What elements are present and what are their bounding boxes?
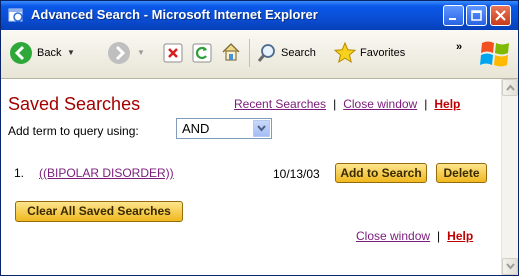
search-button[interactable]: Search — [256, 40, 328, 66]
favorites-label: Favorites — [360, 47, 406, 59]
scroll-down-arrow-icon — [506, 263, 515, 270]
back-label: Back — [37, 47, 62, 59]
page-content: Saved Searches Recent Searches | Close win… — [1, 79, 501, 275]
refresh-icon — [192, 43, 212, 63]
saved-search-number: 1. — [14, 166, 25, 180]
page-title: Saved Searches — [8, 94, 141, 114]
forward-button[interactable]: ▼ — [107, 40, 152, 66]
delete-button[interactable]: Delete — [436, 163, 487, 183]
back-arrow-icon — [10, 42, 32, 64]
forward-dropdown-icon[interactable]: ▼ — [137, 40, 145, 66]
browser-window: Advanced Search - Microsoft Internet Exp… — [0, 0, 519, 276]
internet-explorer-icon — [8, 8, 23, 22]
saved-search-date: 10/13/03 — [273, 167, 320, 181]
footer-links: Close window | Help — [356, 229, 473, 243]
operator-select-value: AND — [182, 121, 210, 136]
bottom-close-window-link[interactable]: Close window — [356, 229, 430, 243]
back-dropdown-icon[interactable]: ▼ — [67, 40, 75, 66]
windows-logo-icon — [480, 41, 509, 67]
refresh-button[interactable] — [190, 40, 214, 66]
help-link[interactable]: Help — [434, 97, 460, 111]
minimize-icon — [449, 18, 456, 20]
search-label: Search — [281, 47, 316, 59]
toolbar-overflow-chevron[interactable]: » — [456, 41, 462, 53]
browser-toolbar: Back ▼ ▼ Search Favorites » — [1, 30, 518, 79]
forward-arrow-icon — [108, 42, 130, 64]
link-separator: | — [333, 97, 337, 111]
add-to-search-button[interactable]: Add to Search — [335, 163, 427, 183]
favorites-star-icon — [333, 41, 357, 64]
home-icon — [222, 43, 240, 61]
recent-searches-link[interactable]: Recent Searches — [234, 97, 326, 111]
operator-select[interactable]: AND — [176, 118, 272, 139]
stop-button[interactable] — [161, 40, 185, 66]
scroll-up-arrow-icon — [506, 84, 515, 91]
link-separator: | — [424, 97, 428, 111]
window-title: Advanced Search - Microsoft Internet Exp… — [31, 7, 318, 22]
maximize-button[interactable] — [466, 5, 487, 26]
close-icon — [495, 10, 506, 21]
minimize-button[interactable] — [443, 5, 464, 26]
home-button[interactable] — [218, 40, 244, 66]
scroll-up-button[interactable] — [502, 79, 518, 96]
clear-all-saved-searches-button[interactable]: Clear All Saved Searches — [15, 201, 183, 222]
select-dropdown-button[interactable] — [253, 120, 270, 137]
close-window-link[interactable]: Close window — [343, 97, 417, 111]
bottom-help-link[interactable]: Help — [447, 229, 473, 243]
header-links: Recent Searches | Close window | Help — [234, 97, 460, 111]
link-separator: | — [437, 229, 441, 243]
title-bar[interactable]: Advanced Search - Microsoft Internet Exp… — [1, 1, 518, 30]
saved-search-query-link[interactable]: ((BIPOLAR DISORDER)) — [39, 166, 174, 180]
favorites-button[interactable]: Favorites — [333, 40, 423, 66]
stop-icon — [163, 43, 183, 63]
search-icon — [257, 44, 275, 62]
back-button[interactable]: Back ▼ — [9, 40, 99, 66]
chevron-down-icon — [257, 125, 266, 132]
add-term-label: Add term to query using: — [8, 124, 139, 138]
close-button[interactable] — [490, 5, 511, 26]
scroll-down-button[interactable] — [502, 258, 518, 275]
toolbar-separator — [249, 39, 250, 67]
vertical-scrollbar[interactable] — [501, 79, 518, 275]
maximize-icon — [471, 10, 482, 21]
